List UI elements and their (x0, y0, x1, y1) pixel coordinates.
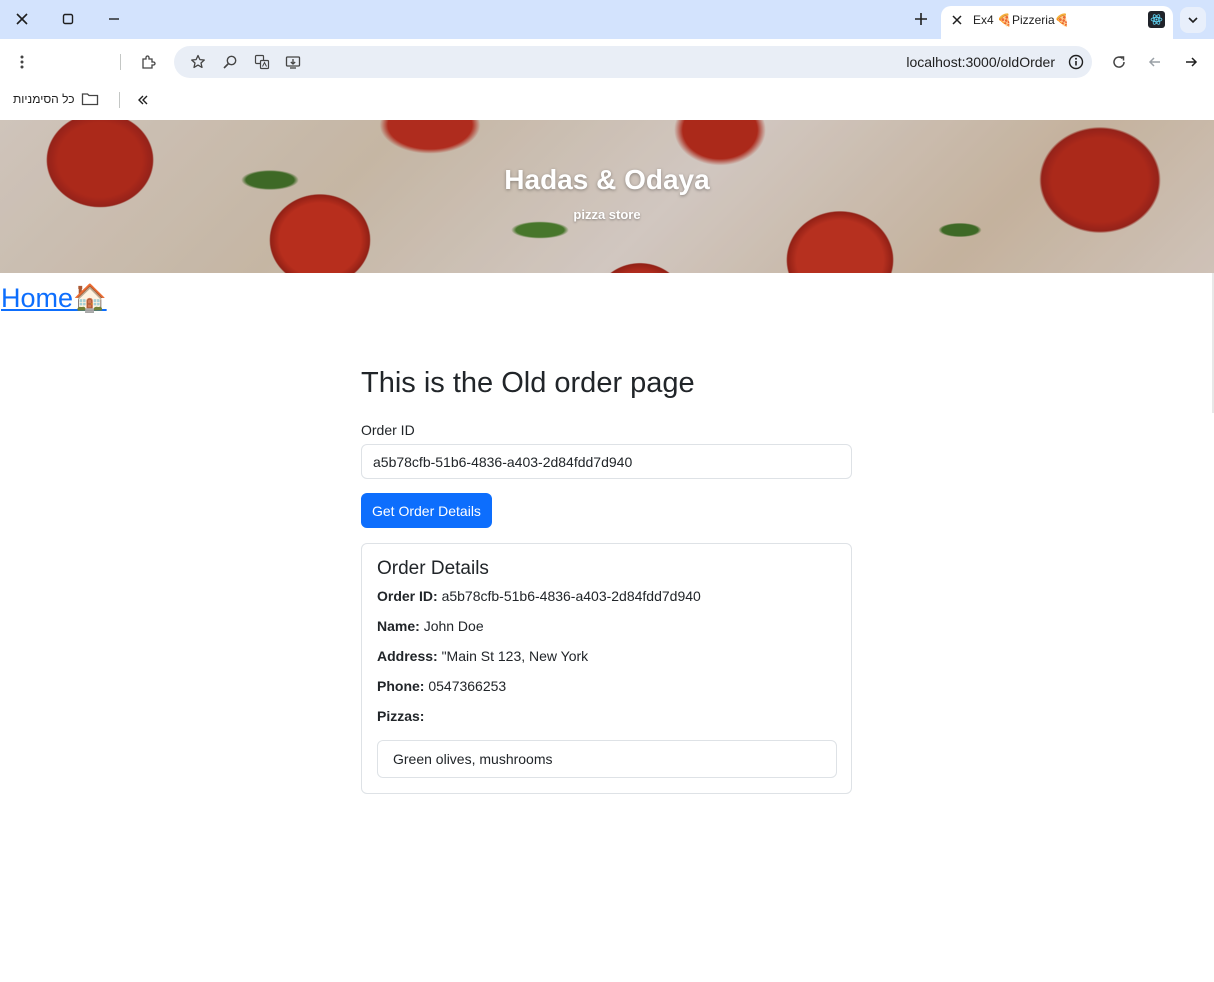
detail-value: John Doe (423, 618, 484, 634)
double-chevron-left-icon (138, 95, 148, 105)
forward-button[interactable] (1180, 51, 1202, 73)
arrow-right-icon (1186, 57, 1198, 67)
chevron-down-icon (1188, 17, 1198, 24)
tab-strip: Ex4 🍕Pizzeria🍕 (0, 0, 1214, 39)
order-id-label: Order ID (361, 422, 415, 438)
folder-icon (81, 93, 98, 106)
toolbar-divider (120, 54, 121, 70)
address-detail: Address: "Main St 123, New York (377, 648, 837, 664)
install-app-button[interactable] (284, 53, 302, 71)
pizzas-label: Pizzas: (377, 708, 425, 724)
translate-icon (254, 54, 270, 70)
tab-close-button[interactable] (949, 12, 965, 28)
back-button[interactable] (1144, 51, 1166, 73)
active-tab[interactable]: Ex4 🍕Pizzeria🍕 (941, 6, 1173, 39)
detail-value: 0547366253 (428, 678, 507, 694)
maximize-window-button[interactable] (54, 6, 82, 32)
site-info-icon[interactable] (1068, 54, 1084, 70)
detail-value: a5b78cfb-51b6-4836-a403-2d84fdd7d940 (441, 588, 701, 604)
detail-label: Phone: (377, 678, 425, 694)
install-app-icon (285, 56, 301, 69)
maximize-icon (62, 13, 74, 25)
address-bar[interactable]: localhost:3000/oldOrder (174, 46, 1092, 78)
get-order-details-button[interactable]: Get Order Details (361, 493, 492, 528)
bookmarks-overflow-button[interactable] (134, 91, 152, 109)
bookmarks-divider (119, 92, 120, 108)
new-tab-button[interactable] (908, 6, 934, 32)
url-text: localhost:3000/oldOrder (906, 54, 1055, 70)
store-title: Hadas & Odaya (504, 164, 710, 195)
kebab-menu-icon (20, 55, 24, 69)
bookmarks-bar: כל הסימניות (0, 85, 1214, 120)
all-bookmarks-label: כל הסימניות (13, 92, 75, 106)
tab-search-button[interactable] (1180, 7, 1206, 33)
translate-button[interactable] (253, 53, 271, 71)
bookmark-star-button[interactable] (189, 53, 207, 71)
detail-label: Address: (377, 648, 438, 664)
hero-banner: Hadas & Odaya pizza store (0, 120, 1214, 273)
order-id-input[interactable] (361, 444, 852, 479)
detail-value: "Main St 123, New York (441, 648, 589, 664)
plus-icon (915, 13, 927, 25)
reload-button[interactable] (1108, 51, 1130, 73)
close-icon (952, 15, 962, 25)
arrow-left-icon (1148, 57, 1160, 67)
zoom-button[interactable] (221, 53, 239, 71)
home-link[interactable]: Home🏠 (1, 282, 107, 314)
name-detail: Name: John Doe (377, 618, 837, 634)
order-id-detail: Order ID: a5b78cfb-51b6-4836-a403-2d84fd… (377, 588, 837, 604)
zoom-icon (223, 55, 237, 69)
page-title: This is the Old order page (361, 367, 695, 399)
all-bookmarks-button[interactable]: כל הסימניות (13, 92, 99, 106)
tab-title: Ex4 🍕Pizzeria🍕 (973, 13, 1070, 27)
pizza-list: Green olives, mushrooms (377, 740, 837, 778)
list-item: Green olives, mushrooms (393, 751, 553, 767)
browser-menu-button[interactable] (11, 51, 33, 73)
react-icon (1148, 11, 1165, 28)
order-details-heading: Order Details (377, 558, 489, 579)
minimize-window-button[interactable] (100, 6, 128, 32)
browser-toolbar: localhost:3000/oldOrder (0, 39, 1214, 85)
extensions-button[interactable] (137, 51, 159, 73)
pizzas-detail: Pizzas: (377, 708, 837, 724)
minimize-icon (109, 18, 119, 20)
reload-icon (1113, 56, 1125, 68)
close-icon (16, 13, 28, 25)
phone-detail: Phone: 0547366253 (377, 678, 837, 694)
puzzle-icon (142, 55, 156, 69)
store-subtitle: pizza store (573, 207, 641, 222)
close-window-button[interactable] (8, 6, 36, 32)
detail-label: Name: (377, 618, 420, 634)
order-details-card: Order Details Order ID: a5b78cfb-51b6-48… (361, 543, 852, 794)
star-icon (191, 54, 205, 69)
old-order-section: This is the Old order page Order ID Get … (361, 365, 852, 794)
detail-label: Order ID: (377, 588, 438, 604)
